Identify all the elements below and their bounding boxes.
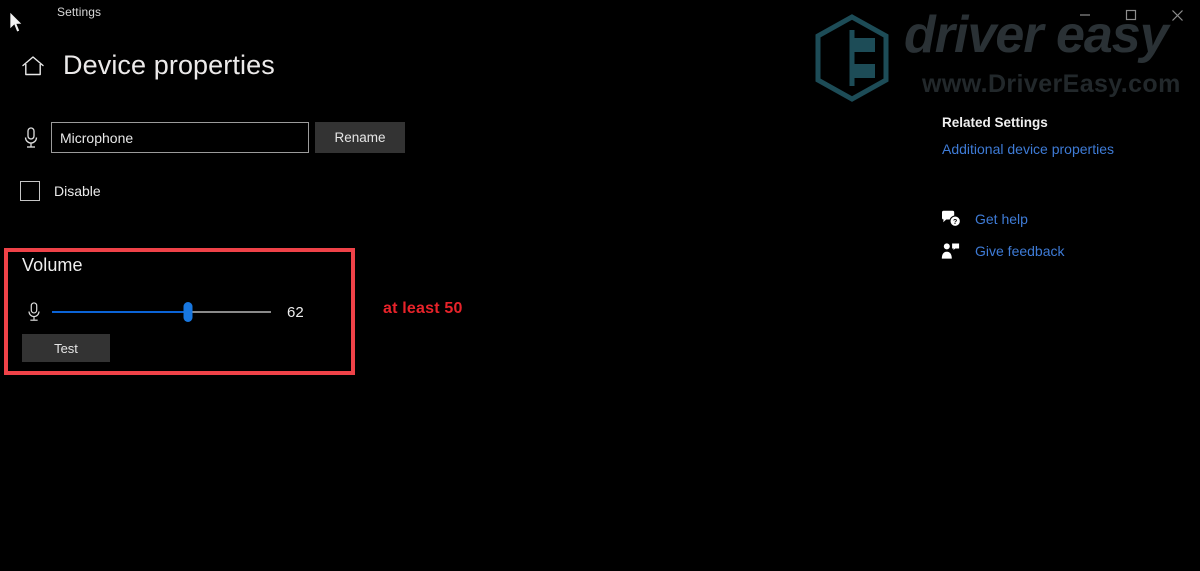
mouse-cursor-icon (9, 11, 23, 33)
get-help-row[interactable]: ? Get help (941, 206, 1191, 232)
window-title: Settings (57, 5, 102, 19)
device-name-input[interactable] (51, 122, 309, 153)
disable-label: Disable (54, 183, 101, 199)
maximize-button[interactable] (1108, 0, 1154, 30)
related-settings-title: Related Settings (942, 115, 1048, 130)
minimize-button[interactable] (1062, 0, 1108, 30)
support-links: ? Get help Give feedback (941, 206, 1191, 270)
close-icon (1171, 9, 1183, 21)
microphone-icon (28, 302, 40, 321)
give-feedback-row[interactable]: Give feedback (941, 238, 1191, 264)
page-title: Device properties (63, 50, 275, 80)
additional-device-properties-link[interactable]: Additional device properties (942, 141, 1192, 157)
volume-heading: Volume (22, 255, 83, 275)
help-chat-icon: ? (941, 210, 961, 228)
volume-slider-row: 62 (24, 300, 324, 324)
volume-section: Volume (22, 255, 342, 276)
microphone-icon (24, 126, 38, 148)
test-button[interactable]: Test (22, 334, 110, 362)
svg-text:?: ? (953, 219, 957, 226)
rename-button[interactable]: Rename (315, 122, 405, 153)
close-button[interactable] (1154, 0, 1200, 30)
related-settings-panel: Related Settings Additional device prope… (942, 115, 1192, 157)
title-bar: Settings (0, 0, 1200, 33)
disable-checkbox-row[interactable]: Disable (20, 181, 101, 201)
annotation-text: at least 50 (383, 300, 463, 317)
give-feedback-label: Give feedback (975, 243, 1065, 259)
maximize-icon (1125, 9, 1137, 21)
feedback-person-icon (941, 242, 961, 260)
window-controls (1062, 0, 1200, 30)
volume-slider[interactable] (52, 302, 271, 322)
slider-thumb[interactable] (183, 302, 193, 322)
get-help-label: Get help (975, 211, 1028, 227)
slider-track-fill (52, 311, 188, 313)
page-header: Device properties (20, 50, 275, 81)
volume-value: 62 (287, 303, 304, 321)
disable-checkbox[interactable] (20, 181, 40, 201)
minimize-icon (1080, 14, 1090, 16)
watermark-url: www.DriverEasy.com (922, 70, 1181, 98)
home-icon[interactable] (20, 54, 46, 78)
device-name-row: Rename (20, 122, 405, 153)
